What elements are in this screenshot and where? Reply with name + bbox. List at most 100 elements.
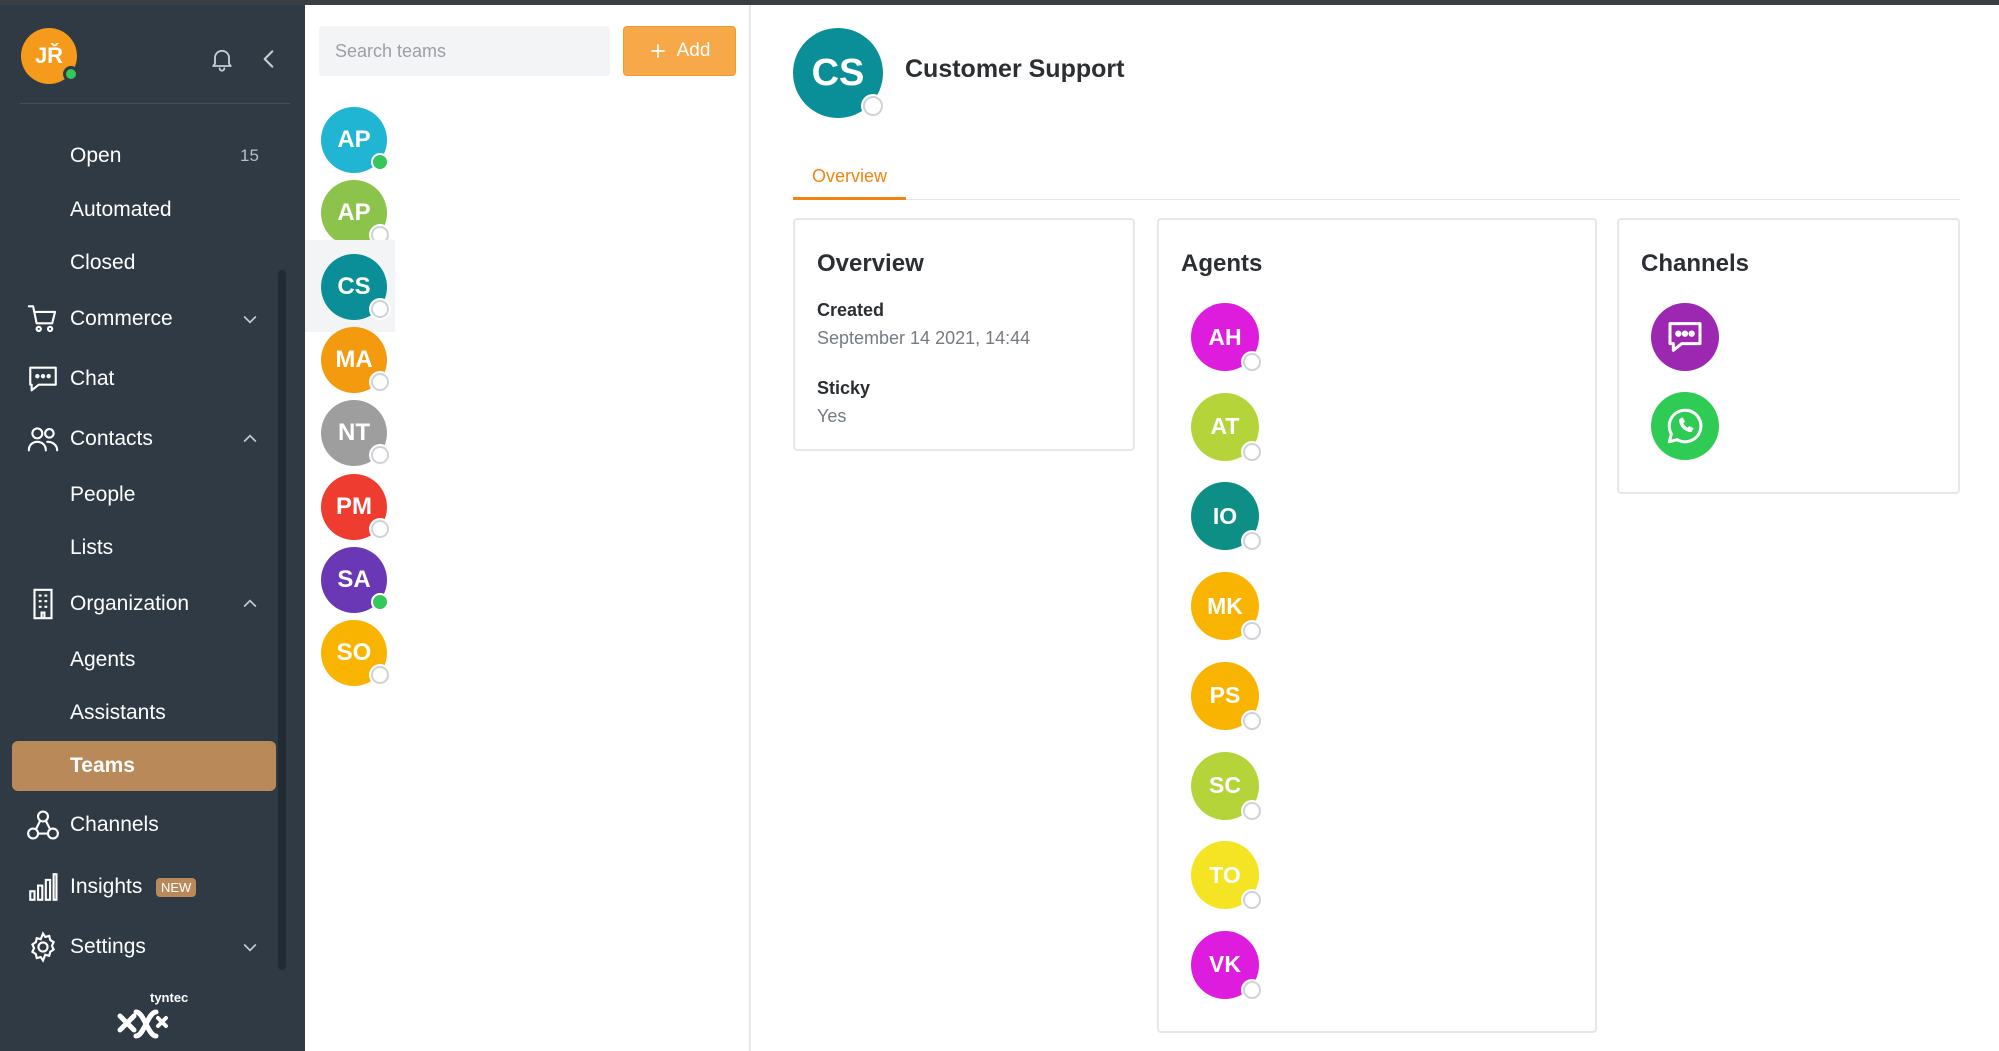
tab-bar: Overview xyxy=(793,155,1960,200)
team-initials: MA xyxy=(335,345,373,373)
agents-card: Agents AH AT IO MK PS SC TO VK xyxy=(1157,218,1597,1033)
new-badge: NEW xyxy=(156,877,197,897)
user-initials: JŘ xyxy=(34,43,64,68)
agent-initials: AH xyxy=(1208,323,1242,350)
team-avatar: CS xyxy=(793,28,883,118)
agent-initials: TO xyxy=(1209,861,1241,888)
channels-icon xyxy=(27,810,59,840)
plus-icon xyxy=(650,44,665,58)
chat-bubble-icon xyxy=(1668,322,1702,352)
team-avatar: AP xyxy=(321,180,389,247)
add-label: Add xyxy=(676,40,711,61)
overview-heading: Overview xyxy=(817,250,924,277)
whatsapp-channel[interactable] xyxy=(1651,392,1719,460)
agent-initials: MK xyxy=(1207,592,1243,619)
chat-channel[interactable] xyxy=(1651,303,1719,371)
agent-avatar[interactable]: VK xyxy=(1191,930,1261,999)
channels-card: Channels xyxy=(1617,218,1960,494)
add-team-button[interactable]: Add xyxy=(623,26,736,76)
agent-status xyxy=(1243,891,1261,910)
team-avatar: PM xyxy=(321,473,389,540)
sidebar-item-label: Commerce xyxy=(70,307,173,330)
sidebar-item-label: People xyxy=(70,483,136,506)
teams-panel: Add AP AP CS MA NT PM SA SO xyxy=(305,5,751,1051)
chevron-left-icon[interactable] xyxy=(256,45,282,73)
team-avatar-initials: CS xyxy=(811,51,865,94)
sidebar-header: JŘ xyxy=(0,5,305,105)
tyntec-logo-mark-icon xyxy=(117,1009,168,1039)
agent-status xyxy=(1243,532,1261,551)
team-initials: SA xyxy=(337,565,371,593)
sidebar-item-label: Open xyxy=(70,144,122,167)
agent-status xyxy=(1243,442,1261,461)
sidebar-item-organization[interactable]: Organization xyxy=(0,580,280,628)
logo-text: tyntec xyxy=(150,990,189,1005)
agent-avatar[interactable]: PS xyxy=(1191,661,1261,730)
open-count: 15 xyxy=(240,146,259,165)
sidebar-item-teams[interactable]: Teams xyxy=(12,741,276,791)
agent-initials: AT xyxy=(1210,413,1240,440)
agent-avatar[interactable]: MK xyxy=(1191,572,1261,641)
chevron-down-icon xyxy=(243,315,257,324)
sticky-value: Yes xyxy=(817,406,847,426)
sidebar-item-agents[interactable]: Agents xyxy=(0,636,280,684)
agent-initials: IO xyxy=(1212,502,1238,529)
sidebar-item-label: Teams xyxy=(70,754,135,777)
sidebar-item-channels[interactable]: Channels xyxy=(0,801,280,849)
agent-avatar[interactable]: SC xyxy=(1191,751,1261,820)
team-avatar: SA xyxy=(321,546,389,613)
sidebar-item-open[interactable]: Open 15 xyxy=(0,132,280,180)
agent-avatar[interactable]: AT xyxy=(1191,392,1261,461)
user-online-status xyxy=(63,66,79,82)
sidebar-item-commerce[interactable]: Commerce xyxy=(0,295,280,343)
team-avatar: CS xyxy=(321,253,389,320)
team-status xyxy=(371,666,389,685)
sidebar-item-contacts[interactable]: Contacts xyxy=(0,415,280,463)
agent-avatar[interactable]: TO xyxy=(1191,841,1261,910)
sidebar-scrollbar[interactable] xyxy=(278,270,286,970)
sidebar-item-label: Contacts xyxy=(70,427,153,450)
sticky-label: Sticky xyxy=(817,378,871,398)
sidebar-item-insights[interactable]: Insights NEW xyxy=(0,863,280,911)
sidebar-item-assistants[interactable]: Assistants xyxy=(0,689,280,737)
sidebar-item-label: Chat xyxy=(70,367,115,390)
agent-avatar[interactable]: AH xyxy=(1191,303,1261,371)
agent-status xyxy=(1243,980,1261,999)
bell-icon[interactable] xyxy=(208,45,236,73)
overview-card: Overview Created September 14 2021, 14:4… xyxy=(793,218,1135,451)
sidebar-item-people[interactable]: People xyxy=(0,471,280,519)
sidebar-item-settings[interactable]: Settings xyxy=(0,923,280,971)
sidebar-item-chat[interactable]: Chat xyxy=(0,355,280,403)
team-avatar: AP xyxy=(321,107,389,173)
tab-overview[interactable]: Overview xyxy=(793,155,906,200)
contacts-icon xyxy=(27,427,59,452)
agent-initials: SC xyxy=(1209,772,1241,798)
sidebar-item-automated[interactable]: Automated xyxy=(0,186,280,234)
sidebar: JŘ Open 15 Automated Closed Commerce Cha… xyxy=(0,5,305,1051)
sidebar-item-label: Lists xyxy=(70,536,114,559)
sidebar-item-lists[interactable]: Lists xyxy=(0,524,280,572)
team-avatar: SO xyxy=(321,620,389,687)
chat-icon xyxy=(29,366,57,392)
team-initials: NT xyxy=(338,419,370,447)
sidebar-item-label: Organization xyxy=(70,592,190,615)
chevron-up-icon xyxy=(243,434,257,443)
user-avatar[interactable]: JŘ xyxy=(21,28,79,84)
whatsapp-icon xyxy=(1667,408,1703,444)
sidebar-item-label: Agents xyxy=(70,648,136,671)
sidebar-divider xyxy=(20,103,290,104)
team-list-item[interactable]: SO xyxy=(305,606,395,698)
team-initials: PM xyxy=(336,492,372,520)
agent-status xyxy=(1243,711,1261,730)
agent-status xyxy=(1243,801,1261,820)
agent-avatar[interactable]: IO xyxy=(1191,482,1261,551)
agent-initials: VK xyxy=(1209,951,1241,978)
team-avatar: NT xyxy=(321,400,389,467)
sidebar-item-closed[interactable]: Closed xyxy=(0,239,280,287)
created-label: Created xyxy=(817,300,885,320)
team-initials: AP xyxy=(337,126,371,153)
search-teams-input[interactable] xyxy=(319,26,610,76)
channels-heading: Channels xyxy=(1641,250,1750,277)
sidebar-item-label: Closed xyxy=(70,251,136,274)
tyntec-logo: tyntec xyxy=(114,990,204,1045)
